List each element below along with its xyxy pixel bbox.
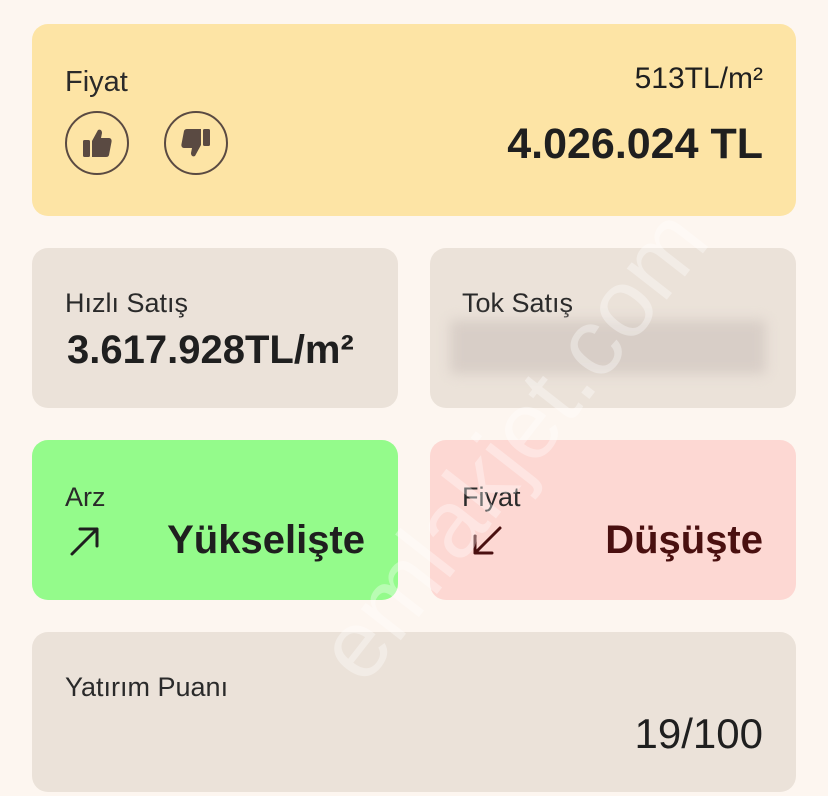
supply-label: Arz [65,482,106,512]
supply-status: Yükselişte [167,518,365,562]
price-total: 4.026.024 TL [507,120,763,168]
bulk-sale-blurred-value [450,320,766,374]
price-per-m2: 513TL/m² [634,62,763,95]
bulk-sale-label: Tok Satış [462,288,574,318]
price-card: Fiyat 513TL/m² 4.026.024 TL [32,24,796,216]
quick-sale-card: Hızlı Satış 3.617.928TL/m² [32,248,398,408]
investment-score-value: 19/100 [634,710,763,757]
investment-score-card: Yatırım Puanı 19/100 [32,632,796,792]
price-trend-label: Fiyat [462,482,521,512]
thumbs-up-icon [83,129,112,157]
thumbs-down-icon [181,129,210,157]
bulk-sale-card: Tok Satış [430,248,796,408]
arrow-up-right-icon [70,527,99,556]
quick-sale-label: Hızlı Satış [65,288,189,318]
quick-sale-value: 3.617.928TL/m² [67,328,354,372]
price-label: Fiyat [65,66,128,98]
investment-score-label: Yatırım Puanı [65,672,229,702]
dislike-button[interactable] [164,111,228,175]
arrow-down-left-icon [473,526,502,555]
price-trend-status: Düşüşte [605,518,763,562]
price-trend-card: Fiyat Düşüşte [430,440,796,600]
supply-card: Arz Yükselişte [32,440,398,600]
like-button[interactable] [65,111,129,175]
